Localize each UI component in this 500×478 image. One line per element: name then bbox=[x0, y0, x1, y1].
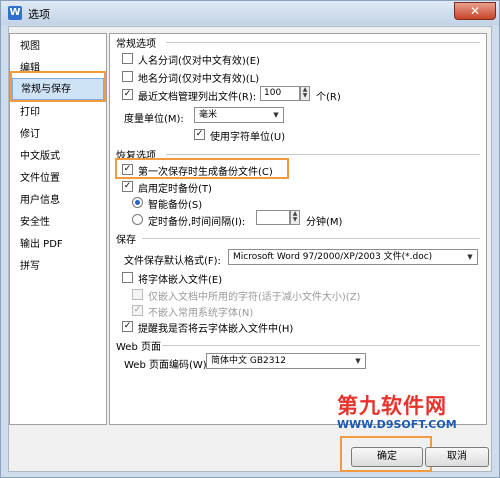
recent-files-unit: 个(R) bbox=[316, 92, 341, 103]
save-group-title: 保存 bbox=[116, 235, 136, 246]
recent-files-spinner[interactable]: ▲ ▼ bbox=[300, 86, 310, 101]
recovery-group-line bbox=[166, 154, 480, 155]
chevron-down-icon: ▼ bbox=[467, 253, 473, 261]
options-panel: 常规选项 人名分词(仅对中文有效)(E) 地名分词(仅对中文有效)(L) ✓ 最… bbox=[109, 33, 487, 425]
web-encoding-label: Web 页面编码(W): bbox=[124, 360, 211, 371]
nav-item-view[interactable]: 视图 bbox=[12, 36, 104, 58]
embed-fonts-label: 将字体嵌入文件(E) bbox=[138, 275, 223, 286]
name-segment-label: 人名分词(仅对中文有效)(E) bbox=[138, 56, 260, 67]
char-unit-label: 使用字符单位(U) bbox=[210, 132, 286, 143]
timed-backup-label: 启用定时备份(T) bbox=[138, 184, 212, 195]
nav-highlight-box bbox=[10, 71, 106, 102]
nav-item-export-pdf[interactable]: 输出 PDF bbox=[12, 234, 104, 256]
interval-minutes-spinner[interactable]: ▲ ▼ bbox=[290, 210, 300, 225]
timed-backup-checkbox[interactable]: ✓ bbox=[122, 181, 133, 192]
watermark-url: WWW.D9SOFT.COM bbox=[337, 418, 457, 431]
interval-minutes-input[interactable] bbox=[256, 210, 290, 225]
nav-item-print[interactable]: 打印 bbox=[12, 102, 104, 124]
backup-highlight-box bbox=[115, 158, 289, 179]
nav-item-spelling[interactable]: 拼写 bbox=[12, 256, 104, 278]
web-group-title: Web 页面 bbox=[116, 342, 161, 353]
web-encoding-value: 简体中文 GB2312 bbox=[211, 356, 286, 366]
embed-used-only-checkbox[interactable] bbox=[132, 289, 143, 300]
measure-unit-select[interactable]: 毫米 ▼ bbox=[194, 107, 284, 123]
nav-item-chinese-layout[interactable]: 中文版式 bbox=[12, 146, 104, 168]
embed-used-only-label: 仅嵌入文档中所用的字符(适于减小文件大小)(Z) bbox=[148, 292, 361, 303]
smart-backup-label: 智能备份(S) bbox=[148, 200, 203, 211]
recent-files-label: 最近文档管理列出文件(R): bbox=[138, 92, 257, 103]
general-group-title: 常规选项 bbox=[116, 39, 156, 50]
cloud-font-reminder-label: 提醒我是否将云字体嵌入文件中(H) bbox=[138, 324, 294, 335]
recent-files-count-input[interactable]: 100 bbox=[260, 86, 300, 101]
recent-files-checkbox[interactable]: ✓ bbox=[122, 89, 133, 100]
default-format-value: Microsoft Word 97/2000/XP/2003 文件(*.doc) bbox=[233, 252, 433, 262]
close-button[interactable]: ✕ bbox=[454, 2, 496, 20]
save-group-line bbox=[142, 238, 480, 239]
measure-unit-value: 毫米 bbox=[199, 110, 218, 120]
window-title: 选项 bbox=[28, 8, 50, 21]
wps-app-icon: W bbox=[8, 6, 22, 20]
ok-highlight-box bbox=[340, 436, 432, 472]
default-format-select[interactable]: Microsoft Word 97/2000/XP/2003 文件(*.doc)… bbox=[228, 249, 478, 265]
nav-item-user-info[interactable]: 用户信息 bbox=[12, 190, 104, 212]
cancel-button[interactable]: 取消 bbox=[425, 447, 489, 467]
site-watermark: 第九软件网 WWW.D9SOFT.COM bbox=[337, 390, 457, 431]
interval-backup-radio[interactable] bbox=[132, 214, 143, 225]
nav-item-file-location[interactable]: 文件位置 bbox=[12, 168, 104, 190]
char-unit-checkbox[interactable]: ✓ bbox=[194, 129, 205, 140]
title-bar[interactable]: W 选项 ✕ bbox=[1, 1, 499, 25]
nav-item-revision[interactable]: 修订 bbox=[12, 124, 104, 146]
cloud-font-reminder-checkbox[interactable]: ✓ bbox=[122, 321, 133, 332]
place-segment-checkbox[interactable] bbox=[122, 71, 133, 82]
chevron-down-icon: ▼ bbox=[273, 111, 279, 119]
no-system-fonts-label: 不嵌入常用系统字体(N) bbox=[148, 308, 254, 319]
chevron-down-icon: ▼ bbox=[355, 357, 361, 365]
default-format-label: 文件保存默认格式(F): bbox=[124, 256, 221, 267]
embed-fonts-checkbox[interactable] bbox=[122, 272, 133, 283]
interval-backup-label: 定时备份,时间间隔(I): bbox=[148, 217, 246, 228]
general-group-line bbox=[166, 42, 480, 43]
nav-item-security[interactable]: 安全性 bbox=[12, 212, 104, 234]
web-encoding-select[interactable]: 简体中文 GB2312 ▼ bbox=[206, 353, 366, 369]
watermark-logo-text: 第九软件网 bbox=[337, 394, 447, 418]
web-group-line bbox=[162, 345, 480, 346]
options-dialog: W 选项 ✕ 视图 编辑 常规与保存 打印 修订 中文版式 文件位置 用户信息 … bbox=[0, 0, 500, 478]
smart-backup-radio[interactable] bbox=[132, 197, 143, 208]
measure-unit-label: 度量单位(M): bbox=[124, 114, 184, 125]
interval-unit: 分钟(M) bbox=[306, 217, 343, 228]
place-segment-label: 地名分词(仅对中文有效)(L) bbox=[138, 74, 260, 85]
name-segment-checkbox[interactable] bbox=[122, 53, 133, 64]
no-system-fonts-checkbox[interactable]: ✓ bbox=[132, 305, 143, 316]
